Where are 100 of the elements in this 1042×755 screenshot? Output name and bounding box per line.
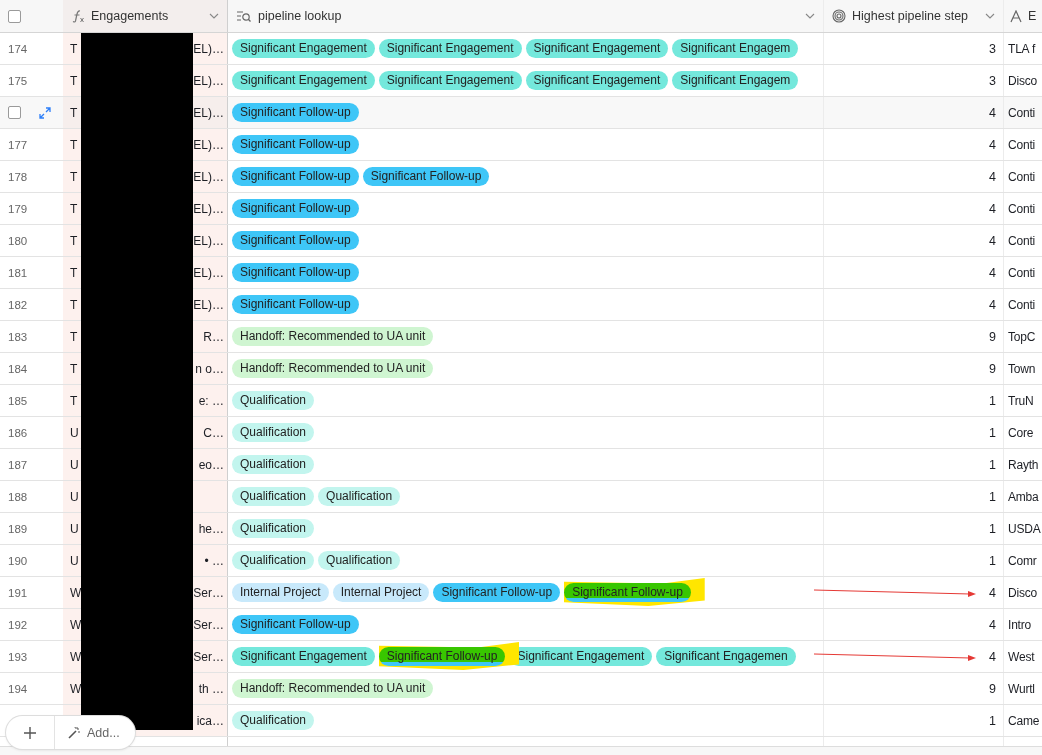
engagement-text: ica… (196, 713, 224, 728)
engagement-text: Ser… (193, 649, 224, 664)
row-checkbox[interactable] (8, 106, 21, 119)
tag-chip: Significant Engagement (525, 71, 669, 90)
engagement-text: T (70, 137, 78, 152)
step-value: 1 (989, 521, 996, 536)
engagement-text: he… (198, 521, 224, 536)
tag-chip: Significant Follow-up (564, 583, 691, 602)
table-cell: West (1008, 649, 1035, 664)
tag-chip: Significant Engagement (378, 71, 522, 90)
engagement-text: • … (204, 553, 224, 568)
engagement-text: EL)… (193, 137, 224, 152)
engagement-text: U (70, 553, 79, 568)
table-cell: Conti (1008, 201, 1035, 216)
row-number: 175 (8, 74, 28, 87)
tag-chip: Significant Engagemen (656, 647, 796, 666)
table-cell: USDA (1008, 521, 1041, 536)
engagement-text: Ser… (193, 585, 224, 600)
tag-chip: Significant Follow-up (232, 615, 359, 634)
table-cell: Conti (1008, 137, 1035, 152)
tag-chip: Significant Follow-up (232, 103, 359, 122)
step-value: 1 (989, 425, 996, 440)
column-header[interactable]: pipeline lookup (227, 0, 823, 32)
column-header[interactable]: E (1003, 0, 1042, 32)
engagement-text: eo… (198, 457, 224, 472)
select-all-checkbox[interactable] (8, 9, 21, 23)
tag-chip: Internal Project (332, 583, 430, 602)
engagement-text: EL)… (193, 265, 224, 280)
engagement-text: T (70, 169, 78, 184)
tag-chip: Significant Engagement (525, 39, 669, 58)
tag-chip: Significant Engagement (232, 71, 375, 90)
engagement-text: U (70, 521, 79, 536)
engagement-text: Ser… (193, 617, 224, 632)
step-value: 1 (989, 713, 996, 728)
engagement-text: EL)… (193, 73, 224, 88)
step-value: 4 (989, 585, 996, 600)
magic-wand-icon[interactable] (67, 725, 81, 740)
engagement-text: T (70, 41, 78, 56)
step-value: 4 (989, 201, 996, 216)
tag-chip: Qualification (318, 487, 401, 506)
column-header[interactable]: Engagements (63, 0, 227, 32)
tag-chip: Significant Follow-up (232, 167, 359, 186)
step-value: 1 (989, 393, 996, 408)
table-cell: Core (1008, 425, 1034, 440)
column-header[interactable]: Highest pipeline step (823, 0, 1003, 32)
tag-chip: Significant Follow-up (232, 231, 359, 250)
row-number: 178 (8, 170, 28, 183)
table-cell: TruN (1008, 393, 1034, 408)
step-value: 4 (989, 233, 996, 248)
row-number: 182 (8, 298, 28, 311)
table-cell: Disco (1008, 585, 1037, 600)
engagement-text: e: … (198, 393, 224, 408)
tag-chip: Significant Engagement (232, 647, 375, 666)
tag-chip: Qualification (232, 455, 315, 474)
expand-icon[interactable] (39, 106, 51, 119)
row-number: 187 (8, 458, 28, 471)
engagement-text: T (70, 201, 78, 216)
engagement-text: n o… (195, 361, 224, 376)
add-label[interactable]: Add... (87, 725, 120, 740)
row-number: 192 (8, 618, 28, 631)
tag-chip: Significant Follow-up (362, 167, 490, 186)
table-cell: Came (1008, 713, 1040, 728)
table-cell: Amba (1008, 489, 1039, 504)
engagement-text: T (70, 233, 78, 248)
table-cell: Conti (1008, 297, 1035, 312)
tag-chip: Significant Engagem (672, 71, 799, 90)
engagement-text: EL)… (193, 297, 224, 312)
table-cell: Comr (1008, 553, 1037, 568)
table-cell: Conti (1008, 169, 1035, 184)
tag-chip: Significant Follow-up (232, 295, 359, 314)
engagement-text: W (70, 617, 82, 632)
chevron-down-icon[interactable] (209, 13, 219, 19)
chevron-down-icon[interactable] (805, 13, 815, 19)
chevron-down-icon[interactable] (985, 13, 995, 19)
step-value: 4 (989, 297, 996, 312)
step-value: 9 (989, 361, 996, 376)
tag-chip: Qualification (232, 487, 315, 506)
add-icon[interactable] (23, 725, 37, 740)
table-cell: Conti (1008, 233, 1035, 248)
spiral-icon (832, 9, 846, 23)
tag-chip: Significant Follow-up (232, 135, 359, 154)
tag-chip: Internal Project (232, 583, 329, 602)
row-number: 177 (8, 138, 28, 151)
table-cell: TLA f (1008, 41, 1035, 56)
tag-chip: Significant Follow-up (232, 263, 359, 282)
text-type-icon (1010, 9, 1022, 23)
engagement-text: C… (203, 425, 224, 440)
step-value: 1 (989, 457, 996, 472)
engagement-text: T (70, 105, 78, 120)
engagement-text: R… (203, 329, 224, 344)
engagement-text: T (70, 393, 78, 408)
step-value: 4 (989, 265, 996, 280)
tag-chip: Significant Follow-up (378, 647, 506, 666)
table-cell: Rayth (1008, 457, 1039, 472)
row-number: 181 (8, 266, 28, 279)
engagement-text: W (70, 649, 82, 664)
table-cell: Wurtl (1008, 681, 1035, 696)
step-value: 9 (989, 681, 996, 696)
row-number: 183 (8, 330, 28, 343)
engagement-text: W (70, 681, 82, 696)
